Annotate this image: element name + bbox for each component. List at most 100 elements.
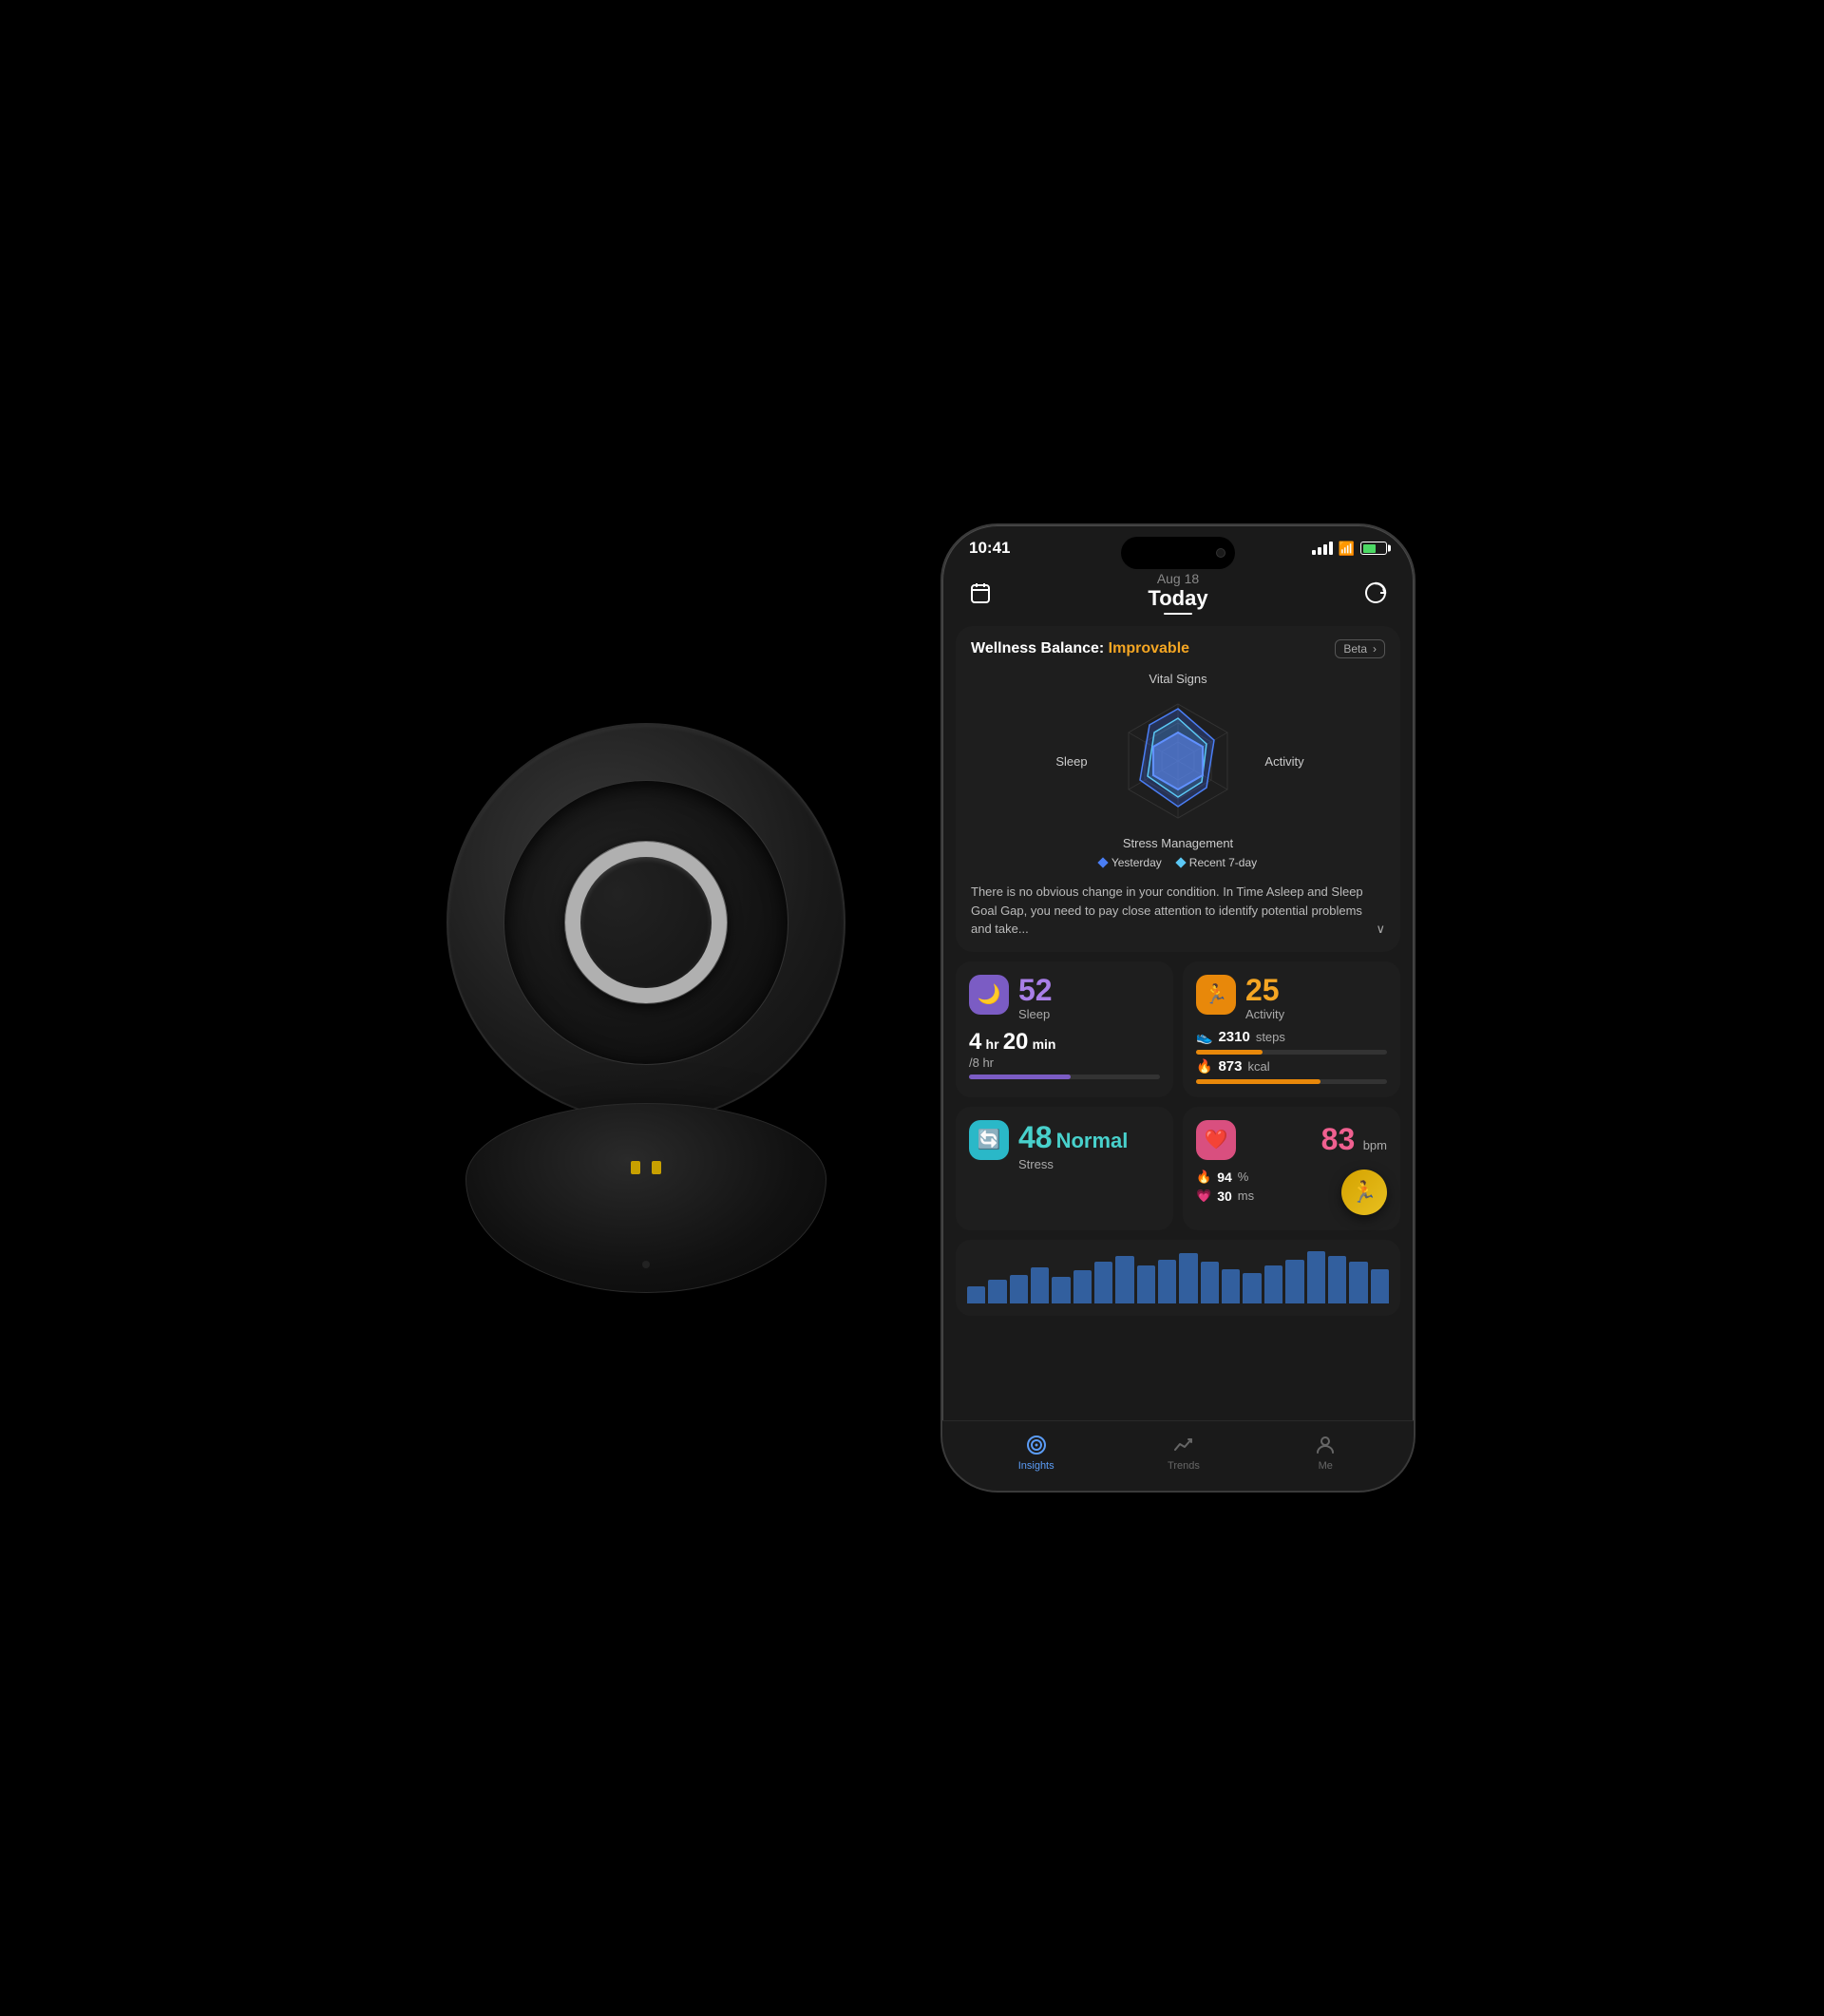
sleep-h: 4: [969, 1029, 981, 1055]
steps-progress-fill: [1196, 1050, 1263, 1055]
battery-icon: [1360, 542, 1387, 555]
smart-ring: [565, 842, 727, 1003]
activity-score-area: 25 Activity: [1245, 975, 1387, 1021]
charger-led: [642, 1261, 650, 1268]
status-icons: 📶: [1312, 541, 1387, 557]
wellness-card: Wellness Balance: Improvable Beta › Vita…: [956, 626, 1400, 952]
stress-score-row: 48 Normal: [1018, 1120, 1160, 1155]
kcal-progress-fill: [1196, 1079, 1320, 1084]
battery-fill: [1363, 544, 1377, 553]
tab-insights[interactable]: Insights: [1018, 1433, 1054, 1472]
metrics-grid: 🌙 52 Sleep 4 hr 20 min: [956, 961, 1400, 1230]
nav-underline: [1164, 613, 1192, 615]
hrv-pct-value: 94: [1217, 1170, 1232, 1185]
tab-trends[interactable]: Trends: [1168, 1433, 1200, 1472]
bar-1: [967, 1286, 985, 1303]
refresh-button[interactable]: [1358, 576, 1393, 610]
expand-icon[interactable]: ∨: [1376, 920, 1385, 939]
activity-stats: 👟 2310 steps 🔥 873 kcal: [1196, 1029, 1387, 1084]
legend-yesterday: Yesterday: [1099, 856, 1162, 869]
wifi-icon: 📶: [1339, 541, 1355, 557]
bar-5: [1052, 1277, 1070, 1303]
wellness-desc-text: There is no obvious change in your condi…: [971, 883, 1370, 939]
bpm-value: 83: [1321, 1122, 1356, 1156]
sleep-score-area: 52 Sleep: [1018, 975, 1160, 1021]
radar-label-vital-signs: Vital Signs: [1149, 672, 1206, 686]
sleep-hr-unit: hr: [986, 1037, 999, 1052]
steps-unit: steps: [1256, 1030, 1285, 1044]
activity-label: Activity: [1245, 1007, 1387, 1021]
stress-card[interactable]: 🔄 48 Normal Stress: [956, 1107, 1173, 1230]
signal-bar-2: [1318, 547, 1321, 555]
wellness-description: There is no obvious change in your condi…: [971, 883, 1385, 939]
insights-icon: [1024, 1433, 1049, 1457]
sleep-duration-value: 4 hr 20 min: [969, 1029, 1160, 1056]
sleep-duration: 4 hr 20 min /8 hr: [969, 1029, 1160, 1079]
nav-date: Aug 18: [1157, 571, 1199, 586]
wellness-header: Wellness Balance: Improvable Beta ›: [971, 639, 1385, 658]
contact-pin-2: [652, 1161, 661, 1174]
sleep-label: Sleep: [1018, 1007, 1160, 1021]
charger-contacts: [631, 1161, 661, 1174]
bar-3: [1010, 1275, 1028, 1303]
chevron-right-icon: ›: [1373, 642, 1377, 656]
bar-13: [1222, 1269, 1240, 1303]
tab-me[interactable]: Me: [1313, 1433, 1338, 1472]
activity-score: 25: [1245, 975, 1387, 1005]
bpm-score-area: 83 bpm: [1321, 1122, 1387, 1157]
bar-11: [1179, 1253, 1197, 1303]
sleep-card[interactable]: 🌙 52 Sleep 4 hr 20 min: [956, 961, 1173, 1097]
sleep-progress-bg: [969, 1075, 1160, 1079]
signal-icon: [1312, 542, 1333, 555]
heart-wave-icon: 💗: [1196, 1189, 1211, 1204]
activity-icon: 🏃: [1196, 975, 1236, 1015]
refresh-icon: [1363, 580, 1388, 605]
radar-label-sleep: Sleep: [1048, 754, 1095, 769]
sleep-progress-fill: [969, 1075, 1071, 1079]
legend-yesterday-label: Yesterday: [1112, 856, 1162, 869]
calendar-icon: [969, 581, 992, 604]
legend-recent-label: Recent 7-day: [1189, 856, 1257, 869]
hrv-ms-value: 30: [1217, 1189, 1232, 1204]
dynamic-island: [1121, 537, 1235, 569]
activity-card[interactable]: 🏃 25 Activity 👟 2310 steps: [1183, 961, 1400, 1097]
sleep-m: 20: [1003, 1029, 1029, 1055]
stress-level: Normal: [1056, 1129, 1129, 1153]
calendar-button[interactable]: [963, 576, 998, 610]
charger-lid-inner: [504, 780, 788, 1065]
steps-value: 2310: [1218, 1029, 1249, 1045]
beta-badge[interactable]: Beta ›: [1335, 639, 1385, 658]
nav-date-group: Aug 18 Today: [1148, 571, 1207, 615]
radar-label-activity: Activity: [1261, 754, 1308, 769]
tab-insights-label: Insights: [1018, 1460, 1054, 1472]
bpm-row: ❤️ 83 bpm: [1196, 1120, 1387, 1160]
hrv-ms-unit: ms: [1238, 1189, 1254, 1203]
wellness-title-prefix: Wellness Balance:: [971, 640, 1104, 656]
heart-card[interactable]: ❤️ 83 bpm 🔥 94 %: [1183, 1107, 1400, 1230]
charger-lid: [446, 723, 846, 1122]
flame-icon: 🔥: [1196, 1170, 1211, 1185]
bar-20: [1371, 1269, 1389, 1303]
bar-4: [1031, 1267, 1049, 1303]
signal-bar-1: [1312, 550, 1316, 555]
tab-bar: Insights Trends: [942, 1420, 1414, 1491]
legend-diamond-yesterday: [1097, 857, 1108, 867]
bar-9: [1137, 1265, 1155, 1303]
hrv-pct-unit: %: [1238, 1170, 1249, 1184]
device-container: [408, 675, 884, 1341]
trends-icon: [1171, 1433, 1196, 1457]
bottom-chart: [956, 1240, 1400, 1316]
activity-fab-button[interactable]: 🏃: [1341, 1170, 1387, 1215]
steps-row: 👟 2310 steps: [1196, 1029, 1387, 1045]
sleep-card-header: 🌙 52 Sleep: [969, 975, 1160, 1021]
stress-number: 48: [1018, 1120, 1053, 1155]
heart-icon: ❤️: [1196, 1120, 1236, 1160]
steps-icon: 👟: [1196, 1029, 1212, 1045]
bar-6: [1074, 1270, 1092, 1303]
legend-recent: Recent 7-day: [1177, 856, 1257, 869]
wellness-status: Improvable: [1109, 640, 1189, 656]
status-time: 10:41: [969, 539, 1010, 558]
sleep-score: 52: [1018, 975, 1160, 1005]
stress-icon: 🔄: [969, 1120, 1009, 1160]
phone-frame: 10:41 📶: [940, 523, 1416, 1493]
